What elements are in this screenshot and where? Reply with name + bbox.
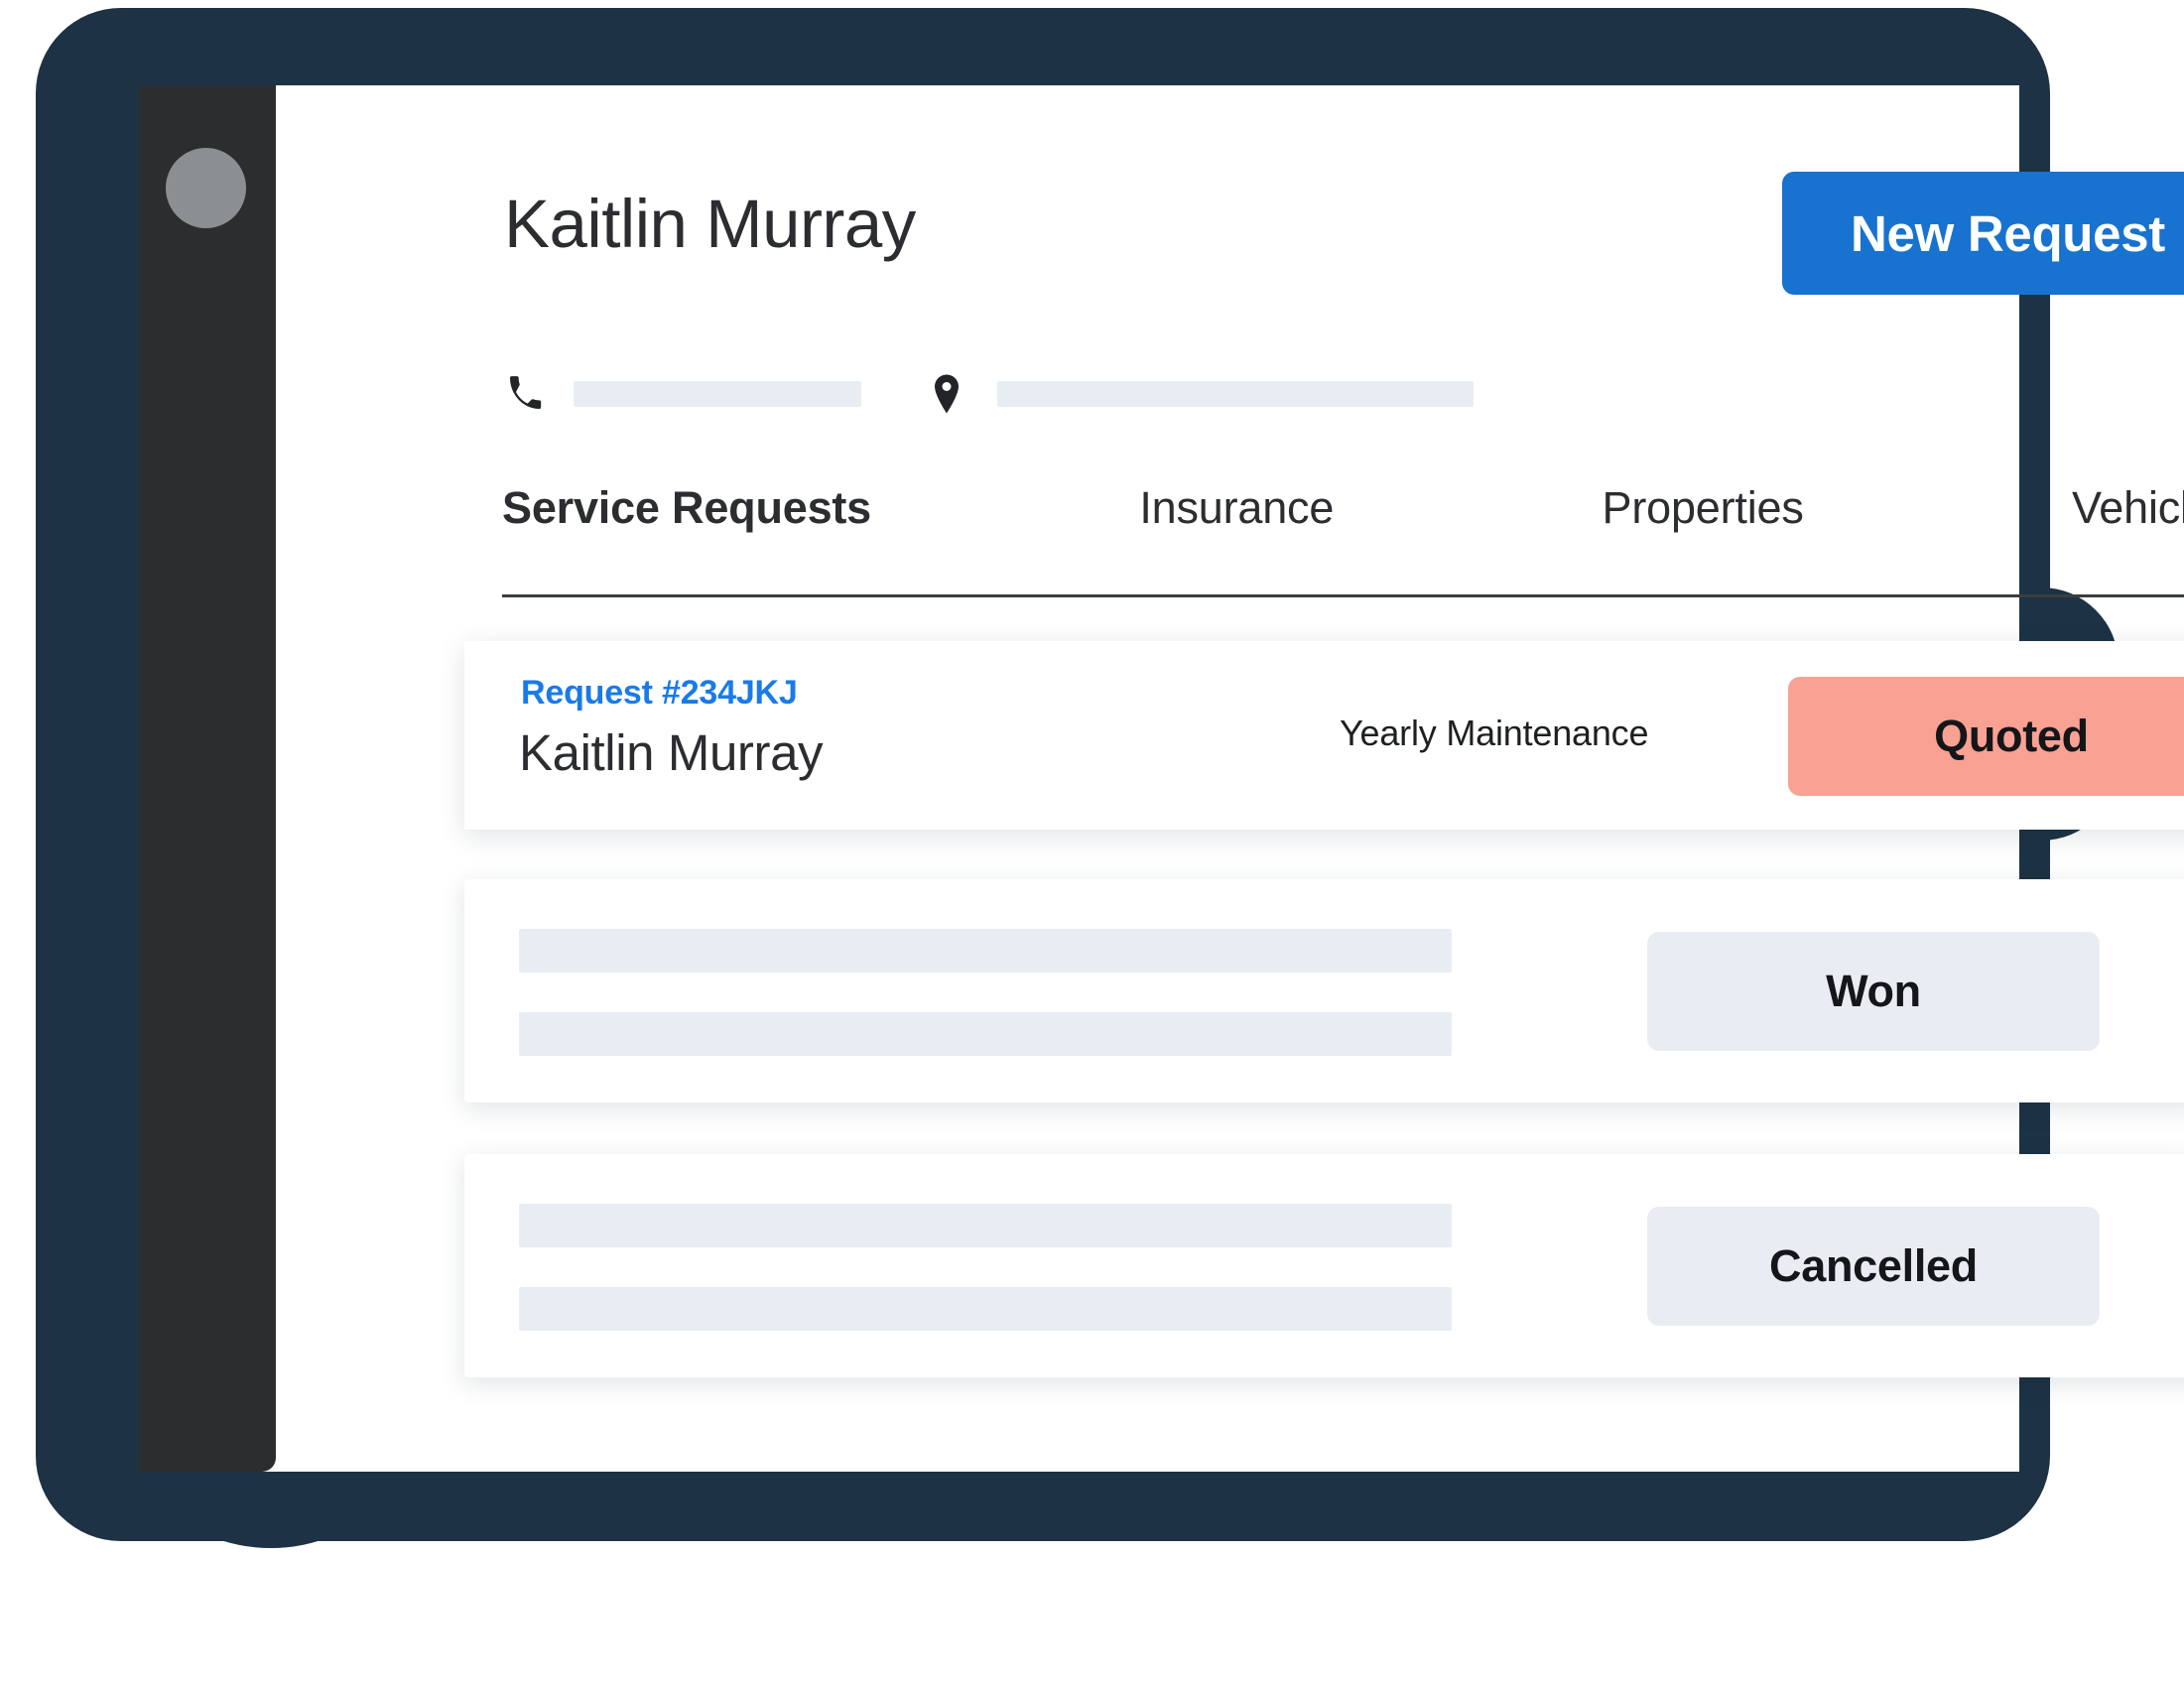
screenshot-stage: Kaitlin Murray New Request Service Reque…	[0, 0, 2184, 1687]
request-customer-name: Kaitlin Murray	[519, 724, 824, 781]
request-placeholder-line	[519, 1287, 1452, 1331]
request-placeholder-line	[519, 929, 1452, 973]
app-content: Kaitlin Murray New Request Service Reque…	[276, 85, 2184, 1472]
page-title: Kaitlin Murray	[504, 186, 916, 262]
address-value-placeholder	[997, 381, 1474, 407]
phone-value-placeholder	[574, 381, 861, 407]
contact-address	[926, 371, 1474, 417]
status-badge-quoted[interactable]: Quoted	[1788, 677, 2184, 796]
request-service-type: Yearly Maintenance	[1340, 713, 1649, 753]
request-placeholder-line	[519, 1204, 1452, 1247]
tab-bar-divider	[502, 594, 2184, 597]
status-badge-won[interactable]: Won	[1647, 932, 2100, 1051]
tab-properties[interactable]: Properties	[1603, 482, 1804, 534]
avatar[interactable]	[166, 148, 246, 228]
request-id-link[interactable]: Request #234JKJ	[521, 674, 798, 713]
page-header: Kaitlin Murray New Request	[276, 85, 2184, 414]
table-row[interactable]: Won	[464, 879, 2184, 1103]
tab-bar: Service Requests Insurance Properties Ve…	[502, 482, 2184, 534]
contact-phone	[504, 371, 861, 417]
table-row[interactable]: Cancelled	[464, 1154, 2184, 1377]
location-pin-icon	[926, 371, 967, 417]
contact-row	[504, 371, 1474, 417]
tab-insurance[interactable]: Insurance	[1139, 482, 1334, 534]
app-screen: Kaitlin Murray New Request Service Reque…	[139, 85, 2184, 1472]
tab-service-requests[interactable]: Service Requests	[502, 482, 871, 534]
table-row[interactable]: Request #234JKJ Kaitlin Murray Yearly Ma…	[464, 641, 2184, 830]
phone-icon	[504, 371, 546, 417]
request-placeholder-line	[519, 1012, 1452, 1056]
status-badge-cancelled[interactable]: Cancelled	[1647, 1207, 2100, 1326]
tab-vehicles[interactable]: Vehicles	[2072, 482, 2184, 534]
new-request-button[interactable]: New Request	[1782, 172, 2184, 295]
app-sidebar	[139, 85, 276, 1472]
